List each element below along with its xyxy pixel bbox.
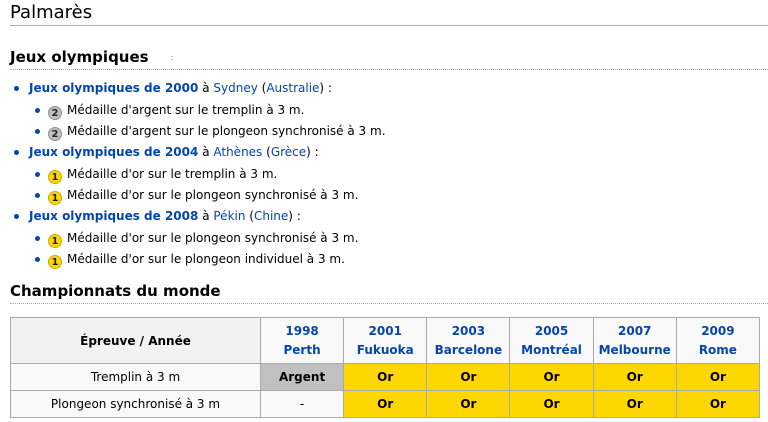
result-cell: Or <box>426 363 511 391</box>
result-cell: Or <box>675 363 761 391</box>
table-header-row: Épreuve / Année 1998 Perth 2001 Fukuoka 20… <box>10 317 761 364</box>
bullet-icon <box>14 86 19 91</box>
year-link[interactable]: 2001 <box>369 324 402 338</box>
medal-item: 1 Médaille d'or sur le plongeon synchroni… <box>10 185 750 206</box>
city-link[interactable]: Fukuoka <box>357 343 414 357</box>
result-cell: Or <box>509 390 594 418</box>
medal-text: Médaille d'or sur le plongeon synchronis… <box>67 188 359 202</box>
year-header[interactable]: 1998 Perth <box>259 317 345 364</box>
olympics-entry: Jeux olympiques de 2004 à Athènes (Grèce… <box>10 142 750 164</box>
olympics-heading: Jeux olympiques: <box>10 48 768 70</box>
city-link[interactable]: Pékin <box>213 209 245 223</box>
medal-item: 1 Médaille d'or sur le tremplin à 3 m. <box>10 164 750 185</box>
header-label: Épreuve / Année <box>10 317 261 364</box>
medal-item: 2 Médaille d'argent sur le plongeon synch… <box>10 121 750 142</box>
result-cell: Or <box>509 363 594 391</box>
worlds-results-table: Épreuve / Année 1998 Perth 2001 Fukuoka 20… <box>10 317 761 418</box>
result-cell: Argent <box>259 363 345 391</box>
gold-medal-icon: 1 <box>48 170 62 184</box>
city-link[interactable]: Barcelone <box>435 343 502 357</box>
result-cell: Or <box>675 390 761 418</box>
medal-text: Médaille d'or sur le plongeon individuel… <box>67 252 345 266</box>
silver-medal-icon: 2 <box>48 127 62 141</box>
worlds-heading: Championnats du monde <box>10 282 768 304</box>
table-row: Plongeon synchronisé à 3 m - Or Or Or Or… <box>10 390 761 418</box>
page-heading: Palmarès <box>10 2 768 26</box>
silver-medal-icon: 2 <box>48 106 62 120</box>
medal-item: 1 Médaille d'or sur le plongeon individue… <box>10 249 750 270</box>
year-header[interactable]: 2009 Rome <box>675 317 761 364</box>
gold-medal-icon: 1 <box>48 234 62 248</box>
result-cell: Or <box>343 390 428 418</box>
olympics-list: Jeux olympiques de 2000 à Sydney (Austra… <box>10 78 750 270</box>
year-header[interactable]: 2001 Fukuoka <box>343 317 428 364</box>
bullet-icon <box>14 150 19 155</box>
bullet-icon <box>35 257 40 262</box>
anchor-mark: : <box>170 53 174 62</box>
year-link[interactable]: 1998 <box>285 324 318 338</box>
bullet-icon <box>35 108 40 113</box>
games-link[interactable]: Jeux olympiques de 2000 <box>29 81 198 95</box>
medal-item: 1 Médaille d'or sur le plongeon synchroni… <box>10 228 750 249</box>
olympics-entry: Jeux olympiques de 2000 à Sydney (Austra… <box>10 78 750 100</box>
bullet-icon <box>35 172 40 177</box>
country-link[interactable]: Chine <box>254 209 288 223</box>
games-link[interactable]: Jeux olympiques de 2008 <box>29 209 198 223</box>
medal-item: 2 Médaille d'argent sur le tremplin à 3 m… <box>10 100 750 121</box>
bullet-icon <box>35 193 40 198</box>
year-link[interactable]: 2005 <box>535 324 568 338</box>
medal-text: Médaille d'or sur le tremplin à 3 m. <box>67 167 278 181</box>
year-header[interactable]: 2007 Melbourne <box>592 317 677 364</box>
bullet-icon <box>35 236 40 241</box>
result-cell: Or <box>343 363 428 391</box>
year-link[interactable]: 2007 <box>618 324 651 338</box>
bullet-icon <box>35 129 40 134</box>
city-link[interactable]: Athènes <box>213 145 262 159</box>
table-row: Tremplin à 3 m Argent Or Or Or Or Or <box>10 363 761 391</box>
city-link[interactable]: Rome <box>699 343 737 357</box>
bullet-icon <box>14 214 19 219</box>
result-cell: Or <box>592 390 677 418</box>
city-link[interactable]: Sydney <box>213 81 257 95</box>
medal-text: Médaille d'argent sur le tremplin à 3 m. <box>67 103 305 117</box>
event-cell: Plongeon synchronisé à 3 m <box>10 390 261 418</box>
city-link[interactable]: Melbourne <box>599 343 671 357</box>
gold-medal-icon: 1 <box>48 255 62 269</box>
city-link[interactable]: Perth <box>284 343 321 357</box>
year-link[interactable]: 2009 <box>701 324 734 338</box>
result-cell: - <box>259 390 345 418</box>
city-link[interactable]: Montréal <box>521 343 582 357</box>
prep-text: à <box>202 145 210 159</box>
medal-text: Médaille d'argent sur le plongeon synchr… <box>67 124 386 138</box>
medal-text: Médaille d'or sur le plongeon synchronis… <box>67 231 359 245</box>
year-link[interactable]: 2003 <box>452 324 485 338</box>
result-cell: Or <box>592 363 677 391</box>
event-cell: Tremplin à 3 m <box>10 363 261 391</box>
games-link[interactable]: Jeux olympiques de 2004 <box>29 145 198 159</box>
gold-medal-icon: 1 <box>48 191 62 205</box>
year-header[interactable]: 2003 Barcelone <box>426 317 511 364</box>
olympics-heading-text: Jeux olympiques <box>10 48 149 66</box>
worlds-heading-text: Championnats du monde <box>10 282 221 300</box>
result-cell: Or <box>426 390 511 418</box>
country-link[interactable]: Australie <box>266 81 319 95</box>
year-header[interactable]: 2005 Montréal <box>509 317 594 364</box>
country-link[interactable]: Grèce <box>271 145 306 159</box>
prep-text: à <box>202 209 210 223</box>
prep-text: à <box>202 81 210 95</box>
olympics-entry: Jeux olympiques de 2008 à Pékin (Chine) … <box>10 206 750 228</box>
